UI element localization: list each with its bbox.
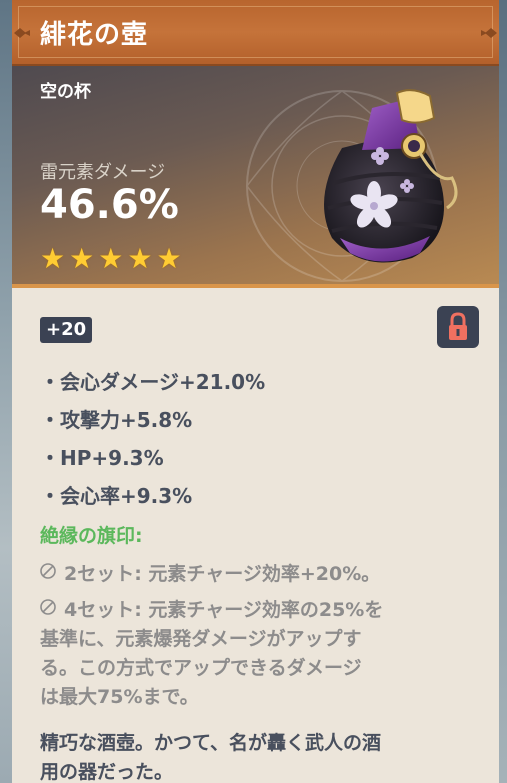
set-bonus-text: る。この方式でアップできるダメージ [40, 657, 362, 679]
star-icon: ★ [127, 242, 153, 275]
lock-button[interactable] [437, 306, 479, 348]
substat-item: ・HP+9.3% [40, 446, 164, 470]
set-bonus-text: 基準に、元素爆発ダメージがアップす [40, 628, 362, 650]
substat-item: ・会心ダメージ+21.0% [40, 370, 266, 394]
set-name: 絶縁の旗印: [40, 525, 143, 547]
star-icon: ★ [40, 242, 66, 275]
flavor-line: 用の器だった。 [40, 761, 174, 783]
set-bonus-text: は最大75%まで。 [40, 686, 199, 708]
no-entry-icon [40, 563, 56, 579]
main-stat-label: 雷元素ダメージ [40, 162, 166, 183]
background-left [0, 0, 12, 783]
artifact-title: 緋花の壺 [40, 20, 149, 50]
artifact-goblet-image [324, 89, 458, 263]
substat-item: ・攻撃力+5.8% [40, 408, 193, 432]
artifact-type: 空の杯 [40, 82, 91, 102]
title-bar: 緋花の壺 [12, 0, 499, 66]
ornament-right-icon [481, 28, 497, 38]
rarity-stars: ★ ★ ★ ★ ★ [40, 245, 186, 273]
main-stat-value: 46.6% [40, 182, 179, 228]
star-icon: ★ [69, 242, 95, 275]
flavor-line: 精巧な酒壺。かつて、名が轟く武人の酒 [40, 732, 382, 754]
artifact-card: 緋花の壺 空の杯 雷元素ダメージ 46.6% ★ ★ ★ ★ ★ +20 ・会心… [12, 0, 499, 783]
flavor-text: 精巧な酒壺。かつて、名が轟く武人の酒 用の器だった。 [40, 729, 381, 783]
no-entry-icon [40, 599, 56, 615]
star-icon: ★ [98, 242, 124, 275]
lock-icon [449, 312, 467, 340]
set-bonus-text: 4セット: 元素チャージ効率の25%を [64, 599, 384, 621]
star-icon: ★ [156, 242, 182, 275]
substat-item: ・会心率+9.3% [40, 484, 193, 508]
level-badge: +20 [40, 317, 93, 343]
ornament-left-icon [14, 28, 30, 38]
set-bonus-text: 2セット: 元素チャージ効率+20%。 [64, 563, 381, 585]
